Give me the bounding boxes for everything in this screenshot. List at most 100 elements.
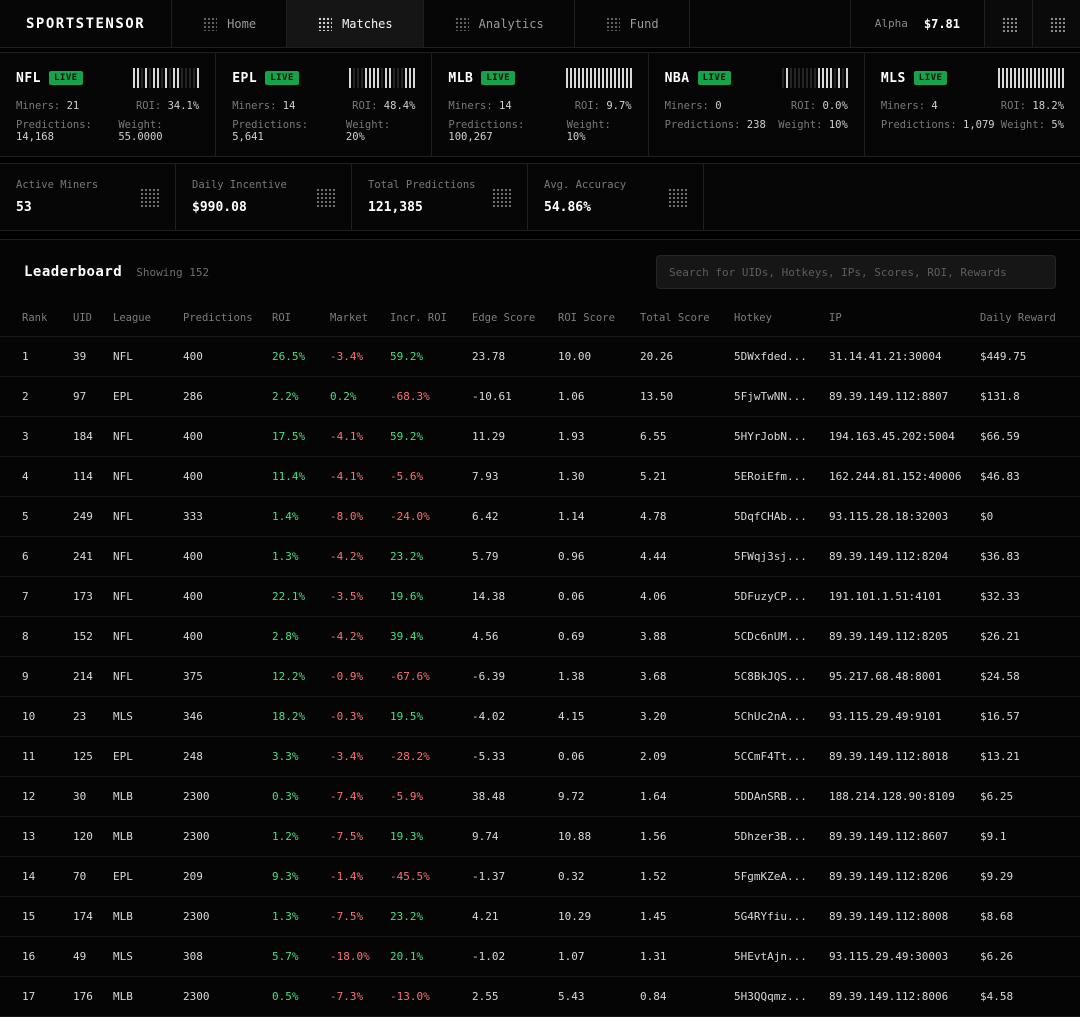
cell-incr-roi: 20.1% <box>390 937 472 977</box>
cell-daily-reward: $24.58 <box>980 657 1080 697</box>
cell-rank: 16 <box>0 937 73 977</box>
cell-rank: 10 <box>0 697 73 737</box>
cell-ip: 194.163.45.202:5004 <box>829 417 980 457</box>
cell-roi-score: 1.14 <box>558 497 640 537</box>
cell-uid: 39 <box>73 337 113 377</box>
nav-item-analytics[interactable]: Analytics <box>424 0 575 47</box>
miners-stat: Miners: 14 <box>232 100 295 112</box>
column-header-rank[interactable]: Rank <box>0 302 73 337</box>
cell-edge-score: 4.21 <box>472 897 558 937</box>
roi-stat: ROI: 9.7% <box>575 100 632 112</box>
table-row[interactable]: 3184NFL40017.5%-4.1%59.2%11.291.936.555H… <box>0 417 1080 457</box>
cell-hotkey: 5ChUc2nA... <box>734 697 829 737</box>
live-badge: LIVE <box>914 71 948 85</box>
pixel-grid-icon <box>1049 16 1065 32</box>
league-name: MLS <box>881 71 906 86</box>
column-header-uid[interactable]: UID <box>73 302 113 337</box>
table-row[interactable]: 11125EPL2483.3%-3.4%-28.2%-5.330.062.095… <box>0 737 1080 777</box>
column-header-predictions[interactable]: Predictions <box>183 302 272 337</box>
cell-league: MLB <box>113 977 183 1017</box>
column-header-roi-score[interactable]: ROI Score <box>558 302 640 337</box>
cell-daily-reward: $46.83 <box>980 457 1080 497</box>
cell-hotkey: 5C8BkJQS... <box>734 657 829 697</box>
cell-daily-reward: $66.59 <box>980 417 1080 457</box>
cell-edge-score: -1.02 <box>472 937 558 977</box>
table-row[interactable]: 5249NFL3331.4%-8.0%-24.0%6.421.144.785Dq… <box>0 497 1080 537</box>
cell-market: -7.3% <box>330 977 390 1017</box>
cell-edge-score: 6.42 <box>472 497 558 537</box>
cell-daily-reward: $26.21 <box>980 617 1080 657</box>
brand-logo[interactable]: SPORTSTENSOR <box>0 0 172 47</box>
grid-menu-button[interactable] <box>984 0 1032 47</box>
search-input[interactable] <box>656 255 1056 289</box>
cell-uid: 125 <box>73 737 113 777</box>
cell-daily-reward: $131.8 <box>980 377 1080 417</box>
cell-edge-score: 38.48 <box>472 777 558 817</box>
pixel-grid-icon <box>454 16 469 31</box>
cell-edge-score: 9.74 <box>472 817 558 857</box>
cell-total-score: 4.78 <box>640 497 734 537</box>
cell-incr-roi: -13.0% <box>390 977 472 1017</box>
cell-roi: 12.2% <box>272 657 330 697</box>
pixel-grid-icon <box>202 16 217 31</box>
predictions-stat: Predictions: 5,641 <box>232 119 346 143</box>
table-row[interactable]: 7173NFL40022.1%-3.5%19.6%14.380.064.065D… <box>0 577 1080 617</box>
weight-stat: Weight: 55.0000 <box>118 119 199 143</box>
table-row[interactable]: 1649MLS3085.7%-18.0%20.1%-1.021.071.315H… <box>0 937 1080 977</box>
nav-item-home[interactable]: Home <box>172 0 287 47</box>
column-header-roi[interactable]: ROI <box>272 302 330 337</box>
league-stats-row: NFL LIVE Miners: 21 ROI: 34.1% Predictio… <box>0 52 1080 157</box>
table-row[interactable]: 297EPL2862.2%0.2%-68.3%-10.611.0613.505F… <box>0 377 1080 417</box>
table-row[interactable]: 1470EPL2099.3%-1.4%-45.5%-1.370.321.525F… <box>0 857 1080 897</box>
cell-league: EPL <box>113 857 183 897</box>
cell-uid: 152 <box>73 617 113 657</box>
nav-item-matches[interactable]: Matches <box>287 0 424 47</box>
table-row[interactable]: 1230MLB23000.3%-7.4%-5.9%38.489.721.645D… <box>0 777 1080 817</box>
table-row[interactable]: 15174MLB23001.3%-7.5%23.2%4.2110.291.455… <box>0 897 1080 937</box>
league-name: NFL <box>16 71 41 86</box>
column-header-daily-reward[interactable]: Daily Reward <box>980 302 1080 337</box>
cell-hotkey: 5CCmF4Tt... <box>734 737 829 777</box>
cell-roi-score: 1.38 <box>558 657 640 697</box>
summary-label: Daily Incentive <box>192 179 287 191</box>
table-row[interactable]: 9214NFL37512.2%-0.9%-67.6%-6.391.383.685… <box>0 657 1080 697</box>
cell-incr-roi: 59.2% <box>390 417 472 457</box>
nav-item-label: Analytics <box>479 17 544 31</box>
cell-edge-score: -1.37 <box>472 857 558 897</box>
activity-barcode <box>782 68 848 88</box>
cell-predictions: 400 <box>183 577 272 617</box>
cell-rank: 11 <box>0 737 73 777</box>
table-row[interactable]: 139NFL40026.5%-3.4%59.2%23.7810.0020.265… <box>0 337 1080 377</box>
nav-item-fund[interactable]: Fund <box>575 0 690 47</box>
cell-uid: 241 <box>73 537 113 577</box>
table-row[interactable]: 13120MLB23001.2%-7.5%19.3%9.7410.881.565… <box>0 817 1080 857</box>
table-row[interactable]: 17176MLB23000.5%-7.3%-13.0%2.555.430.845… <box>0 977 1080 1017</box>
cell-rank: 13 <box>0 817 73 857</box>
column-header-incr-roi[interactable]: Incr. ROI <box>390 302 472 337</box>
cell-hotkey: 5FjwTwNN... <box>734 377 829 417</box>
cell-rank: 8 <box>0 617 73 657</box>
table-row[interactable]: 8152NFL4002.8%-4.2%39.4%4.560.693.885CDc… <box>0 617 1080 657</box>
cell-hotkey: 5DDAnSRB... <box>734 777 829 817</box>
column-header-ip[interactable]: IP <box>829 302 980 337</box>
cell-total-score: 0.84 <box>640 977 734 1017</box>
table-row[interactable]: 1023MLS34618.2%-0.3%19.5%-4.024.153.205C… <box>0 697 1080 737</box>
table-row[interactable]: 6241NFL4001.3%-4.2%23.2%5.790.964.445FWq… <box>0 537 1080 577</box>
summary-value: 53 <box>16 200 98 215</box>
miners-stat: Miners: 21 <box>16 100 79 112</box>
table-row[interactable]: 4114NFL40011.4%-4.1%-5.6%7.931.305.215ER… <box>0 457 1080 497</box>
cell-total-score: 5.21 <box>640 457 734 497</box>
column-header-total-score[interactable]: Total Score <box>640 302 734 337</box>
cell-uid: 70 <box>73 857 113 897</box>
cell-rank: 5 <box>0 497 73 537</box>
column-header-market[interactable]: Market <box>330 302 390 337</box>
cell-daily-reward: $4.58 <box>980 977 1080 1017</box>
cell-predictions: 286 <box>183 377 272 417</box>
weight-stat: Weight: 10% <box>778 119 848 131</box>
apps-button[interactable] <box>1032 0 1080 47</box>
column-header-edge-score[interactable]: Edge Score <box>472 302 558 337</box>
column-header-league[interactable]: League <box>113 302 183 337</box>
cell-hotkey: 5DFuzyCP... <box>734 577 829 617</box>
cell-rank: 9 <box>0 657 73 697</box>
column-header-hotkey[interactable]: Hotkey <box>734 302 829 337</box>
